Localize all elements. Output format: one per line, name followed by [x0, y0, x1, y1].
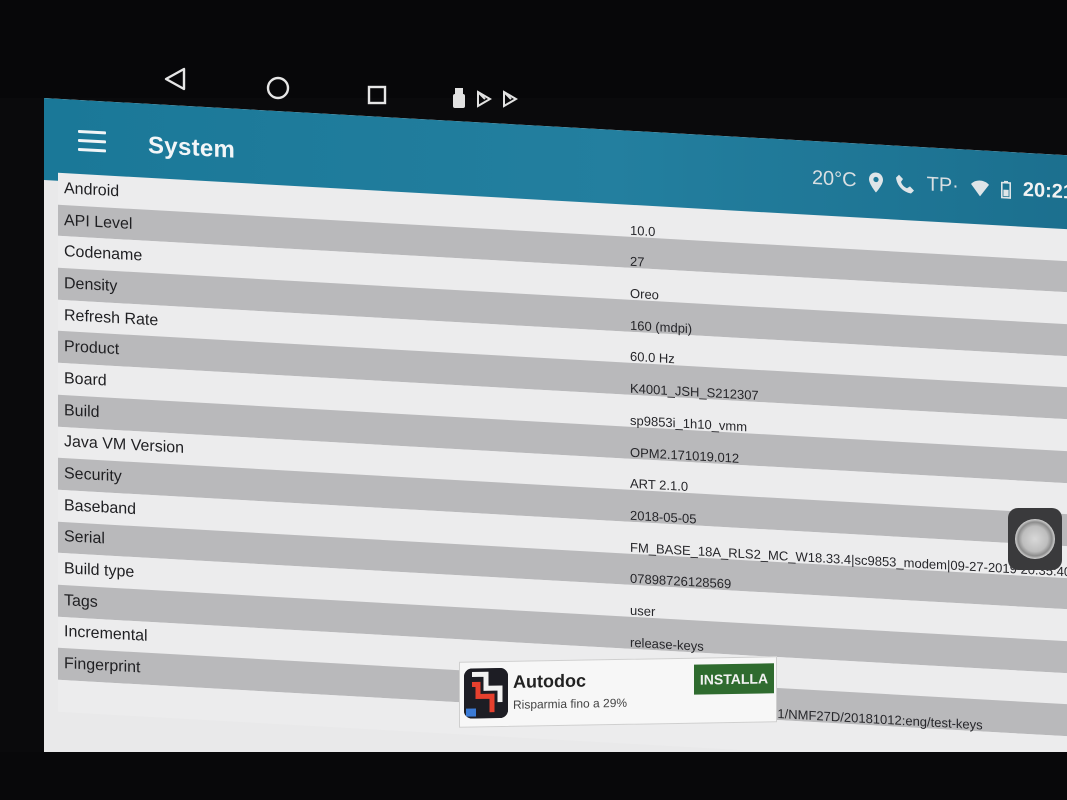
row-label: Board	[64, 370, 107, 390]
notification-icons	[452, 88, 518, 110]
phone-icon	[895, 174, 914, 193]
row-label: Incremental	[64, 623, 148, 646]
row-label: Baseband	[64, 496, 137, 518]
row-label: Fingerprint	[64, 655, 141, 677]
row-value: ART 2.1.0	[630, 475, 689, 495]
clock: 20:21	[1022, 178, 1067, 204]
row-value: 160 (mdpi)	[630, 317, 693, 336]
row-label: Tags	[64, 591, 98, 611]
battery-icon	[1000, 180, 1011, 199]
usb-icon	[453, 88, 465, 108]
ad-banner[interactable]: Autodoc Risparmia fino a 29% INSTALLA	[459, 656, 777, 728]
row-value: 60.0 Hz	[630, 349, 675, 367]
row-label: Android	[64, 179, 120, 201]
install-button[interactable]: INSTALLA	[694, 663, 774, 695]
row-label: Build type	[64, 560, 135, 582]
autodoc-logo-icon	[464, 667, 508, 719]
nav-recent-button[interactable]	[362, 80, 392, 110]
android-nav-bar	[0, 0, 1067, 108]
row-value: 2018-05-05	[630, 507, 697, 527]
temperature-readout: 20°C	[811, 166, 857, 192]
assistive-touch-button[interactable]	[1008, 508, 1062, 570]
row-label: Density	[64, 275, 118, 296]
play-store-icon	[503, 90, 518, 108]
row-value: Oreo	[630, 285, 659, 303]
status-bar: 20°C TP· 20:21	[812, 167, 1067, 205]
row-value: 10.0	[630, 222, 656, 239]
home-circle-icon	[266, 76, 290, 100]
recent-square-icon	[367, 85, 387, 105]
row-label: API Level	[64, 211, 133, 233]
row-value: release-keys	[630, 634, 704, 654]
row-label: Java VM Version	[64, 433, 185, 458]
row-label: Security	[64, 465, 122, 486]
location-pin-icon	[868, 171, 883, 192]
row-label: Codename	[64, 243, 143, 265]
row-label: Serial	[64, 528, 105, 548]
row-value: user	[630, 602, 656, 620]
row-value: 27	[630, 254, 645, 270]
hamburger-menu-icon[interactable]	[78, 129, 106, 154]
play-store-icon	[477, 90, 492, 108]
nav-home-button[interactable]	[262, 72, 294, 104]
back-triangle-icon	[164, 67, 186, 91]
row-label: Product	[64, 338, 120, 359]
page-title: System	[148, 131, 236, 164]
ad-description: Risparmia fino a 29%	[513, 695, 628, 712]
row-label: Build	[64, 401, 100, 421]
assistive-touch-icon	[1015, 519, 1055, 559]
ad-title: Autodoc	[513, 670, 586, 692]
nav-back-button[interactable]	[158, 62, 192, 96]
wifi-icon	[970, 180, 989, 196]
row-label: Refresh Rate	[64, 306, 159, 329]
device-bezel-bottom	[0, 752, 1067, 800]
carrier-name: TP·	[926, 173, 959, 198]
